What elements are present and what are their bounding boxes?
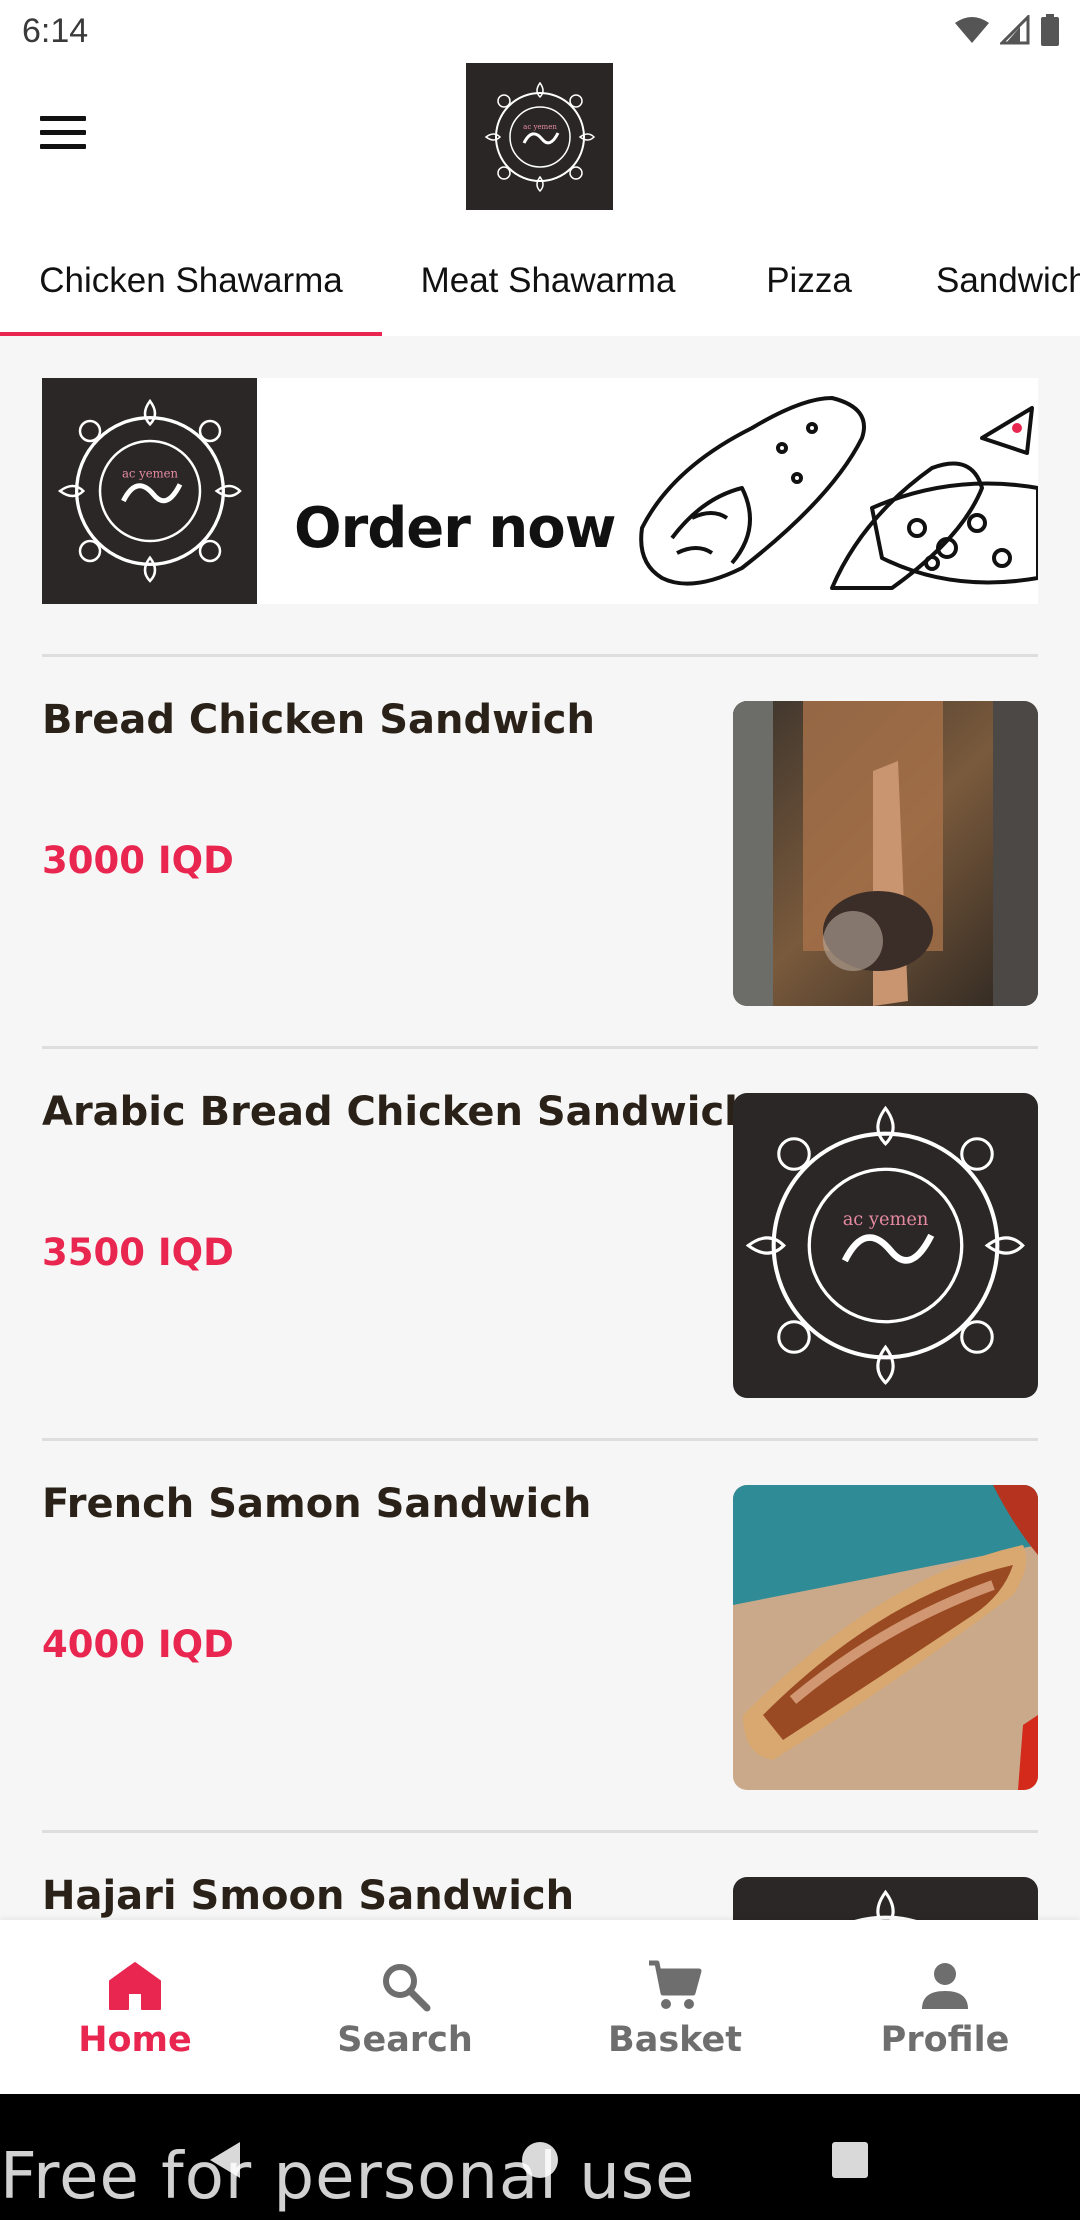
nav-profile[interactable]: Profile [810, 1920, 1080, 2094]
tab-pizza[interactable]: Pizza [714, 226, 904, 336]
item-title: Arabic Bread Chicken Sandwich [42, 1089, 753, 1135]
item-image-samon-sandwich[interactable] [733, 1485, 1038, 1790]
logo-emblem-icon: ac yemen [745, 1105, 1025, 1385]
battery-icon [1041, 14, 1059, 46]
nav-home-label: Home [78, 2020, 192, 2060]
nav-search[interactable]: Search [270, 1920, 540, 2094]
item-image-logo[interactable] [733, 1877, 1038, 1920]
nav-basket[interactable]: Basket [540, 1920, 810, 2094]
svg-text:ac yemen: ac yemen [121, 467, 178, 481]
shawarma-photo-image [733, 701, 1038, 1006]
item-image-logo[interactable]: ac yemen [733, 1093, 1038, 1398]
menu-list[interactable]: ac yemen Order now Bread Chicken Sandwic… [0, 336, 1080, 1920]
recents-square-icon [832, 2142, 868, 2178]
tab-chicken-shawarma[interactable]: Chicken Shawarma [0, 226, 382, 336]
svg-text:ac yemen: ac yemen [523, 123, 557, 131]
cart-icon [645, 1956, 705, 2016]
banner-order-now-text: Order now [294, 496, 616, 561]
status-time: 6:14 [22, 12, 89, 50]
item-price: 3000 IQD [42, 839, 234, 882]
recents-button[interactable] [820, 2130, 880, 2190]
category-tabs: Chicken Shawarma Meat Shawarma Pizza San… [0, 226, 1080, 337]
logo-emblem-icon: ac yemen [484, 81, 595, 192]
shawarma-pizza-illustration [639, 396, 1038, 590]
item-title: Bread Chicken Sandwich [42, 697, 595, 743]
search-icon [375, 1956, 435, 2016]
item-price: 4000 IQD [42, 1623, 234, 1666]
item-image-shawarma-spit[interactable] [733, 701, 1038, 1006]
tab-sandwich[interactable]: Sandwich [904, 226, 1080, 336]
signal-icon [1000, 15, 1030, 45]
samon-sandwich-photo-image [733, 1485, 1038, 1790]
banner-logo: ac yemen [42, 378, 257, 604]
nav-home[interactable]: Home [0, 1920, 270, 2094]
tab-meat-shawarma[interactable]: Meat Shawarma [382, 226, 714, 336]
app-header: ac yemen [0, 63, 1080, 226]
menu-item[interactable]: French Samon Sandwich 4000 IQD [0, 1441, 1080, 1833]
item-title: Hajari Smoon Sandwich [42, 1873, 575, 1919]
logo-emblem-icon: ac yemen [57, 398, 242, 583]
nav-profile-label: Profile [880, 2020, 1010, 2060]
home-icon [105, 1956, 165, 2016]
svg-text:ac yemen: ac yemen [843, 1209, 929, 1230]
menu-item[interactable]: Hajari Smoon Sandwich [0, 1833, 1080, 1920]
nav-basket-label: Basket [608, 2020, 742, 2060]
order-now-banner[interactable]: ac yemen Order now [42, 378, 1038, 604]
item-title: French Samon Sandwich [42, 1481, 592, 1527]
nav-search-label: Search [337, 2020, 473, 2060]
menu-item[interactable]: Bread Chicken Sandwich 3000 IQD [0, 657, 1080, 1049]
status-icons [954, 14, 1060, 46]
menu-item[interactable]: Arabic Bread Chicken Sandwich 3500 IQD a… [0, 1049, 1080, 1441]
bottom-navigation: Home Search Basket Profile [0, 1920, 1080, 2094]
logo-emblem-icon [854, 1889, 917, 1920]
restaurant-logo: ac yemen [466, 63, 613, 210]
menu-button[interactable] [30, 108, 96, 158]
status-bar: 6:14 [0, 0, 1080, 63]
person-icon [915, 1956, 975, 2016]
watermark-text: Free for personal use [0, 2140, 696, 2214]
item-price: 3500 IQD [42, 1231, 234, 1274]
hamburger-menu-icon [40, 116, 86, 149]
wifi-icon [955, 17, 989, 43]
